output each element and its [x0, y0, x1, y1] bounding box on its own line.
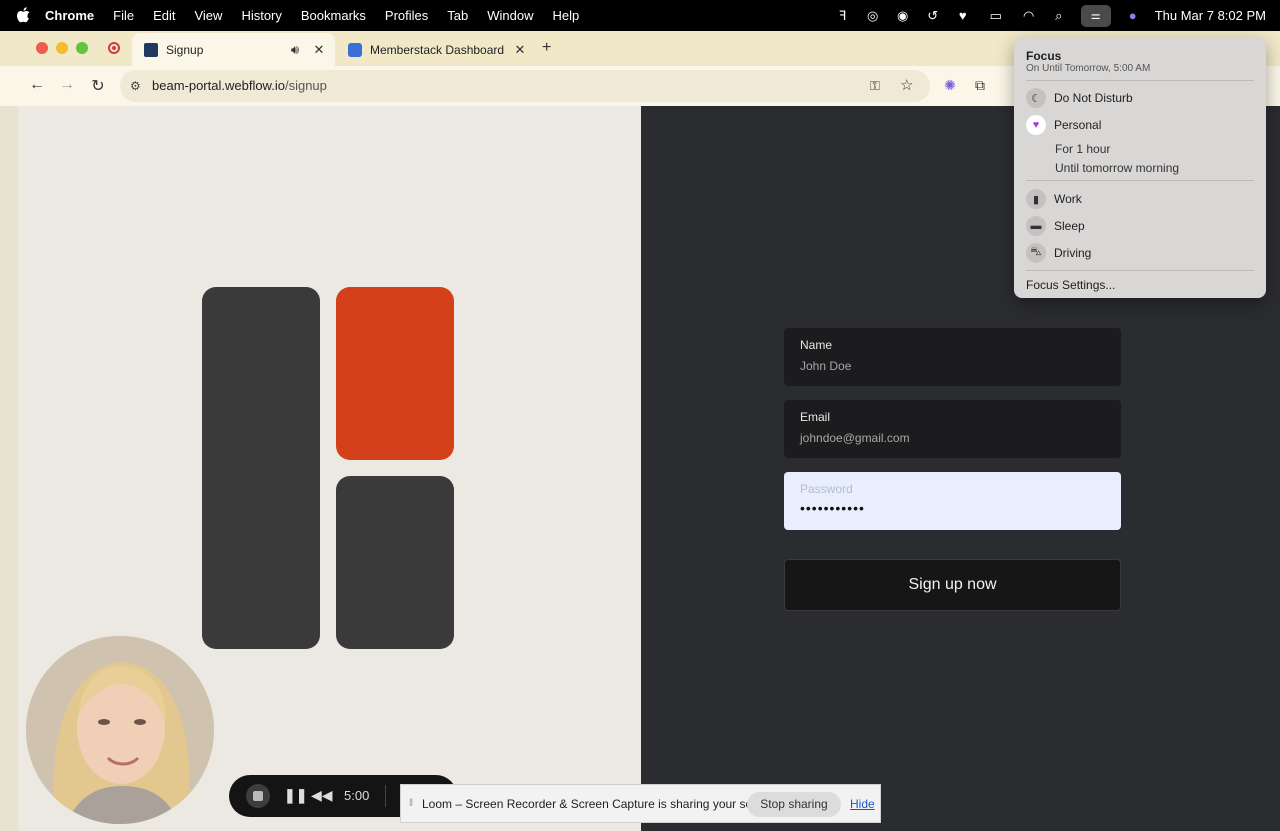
- email-field[interactable]: Email johndoe@gmail.com: [784, 400, 1121, 458]
- zoom-window-button[interactable]: [76, 42, 88, 54]
- name-field[interactable]: Name John Doe: [784, 328, 1121, 386]
- menu-window[interactable]: Window: [487, 8, 533, 23]
- focus-settings-link[interactable]: Focus Settings...: [1026, 278, 1115, 292]
- menu-bar: Chrome File Edit View History Bookmarks …: [0, 0, 1280, 31]
- focus-item-label: Work: [1054, 192, 1082, 206]
- stop-sharing-button[interactable]: Stop sharing: [747, 792, 841, 817]
- speaker-icon[interactable]: 🔊︎: [287, 42, 303, 58]
- drag-handle-icon[interactable]: ‖: [409, 798, 413, 809]
- bookmark-star-icon[interactable]: ☆: [900, 76, 913, 94]
- focus-option-one-hour[interactable]: For 1 hour: [1055, 142, 1110, 156]
- pause-icon[interactable]: ❚❚: [284, 787, 307, 804]
- sign-up-button[interactable]: Sign up now: [784, 559, 1121, 611]
- extensions-puzzle-icon[interactable]: ⧉: [971, 76, 989, 94]
- focus-item-label: Personal: [1054, 118, 1102, 132]
- tab-title: Memberstack Dashboard: [370, 42, 505, 57]
- email-input[interactable]: johndoe@gmail.com: [800, 431, 910, 445]
- siri-icon[interactable]: ●: [1125, 8, 1141, 24]
- badge-icon: ▮: [1026, 189, 1046, 209]
- focus-menu: Focus On Until Tomorrow, 5:00 AM ☾ Do No…: [1014, 37, 1266, 298]
- recording-timer: 5:00: [344, 788, 370, 803]
- focus-title: Focus: [1026, 49, 1062, 63]
- password-label: Password: [800, 482, 853, 496]
- search-icon[interactable]: ⌕: [1051, 8, 1067, 24]
- focus-item-work[interactable]: ▮ Work: [1026, 188, 1082, 210]
- address-bar[interactable]: ⚙ beam-portal.webflow.io/signup ⚿ ☆: [120, 70, 930, 102]
- divider: [385, 785, 386, 807]
- divider: [1026, 270, 1254, 271]
- tab-title: Signup: [166, 42, 204, 57]
- email-label: Email: [800, 410, 831, 424]
- rewind-icon[interactable]: ◀◀: [311, 787, 333, 804]
- name-input[interactable]: John Doe: [800, 359, 851, 373]
- menu-help[interactable]: Help: [553, 8, 580, 23]
- back-button[interactable]: ←: [27, 76, 47, 94]
- focus-item-do-not-disturb[interactable]: ☾ Do Not Disturb: [1026, 87, 1133, 109]
- hide-link[interactable]: Hide: [850, 797, 875, 811]
- focus-subtitle: On Until Tomorrow, 5:00 AM: [1026, 63, 1151, 74]
- menu-edit[interactable]: Edit: [153, 8, 175, 23]
- focus-option-until-morning[interactable]: Until tomorrow morning: [1055, 161, 1179, 175]
- decorative-accent-block: [336, 287, 454, 460]
- focus-item-label: Sleep: [1054, 219, 1085, 233]
- time-machine-icon[interactable]: ↺: [925, 8, 941, 24]
- focus-item-label: Driving: [1054, 246, 1092, 260]
- tab-signup[interactable]: Signup 🔊︎ ✕: [132, 33, 335, 66]
- decorative-small-block: [336, 476, 454, 649]
- webcam-bubble[interactable]: [26, 636, 214, 824]
- battery-icon[interactable]: ▭: [985, 8, 1007, 24]
- extension-colorful-icon[interactable]: ✺: [941, 76, 959, 94]
- close-window-button[interactable]: [36, 42, 48, 54]
- menu-tab[interactable]: Tab: [447, 8, 468, 23]
- heart-icon[interactable]: ♥: [955, 8, 971, 24]
- webflow-favicon-icon: [144, 42, 158, 57]
- control-center-icon[interactable]: ⚌: [1080, 4, 1111, 27]
- focus-item-label: Do Not Disturb: [1054, 91, 1133, 105]
- screen-sharing-bar: ‖ Loom – Screen Recorder & Screen Captur…: [400, 784, 881, 823]
- new-tab-button[interactable]: +: [542, 39, 551, 57]
- forward-button[interactable]: →: [57, 76, 77, 94]
- moon-icon: ☾: [1026, 88, 1046, 108]
- menubar-datetime[interactable]: Thu Mar 7 8:02 PM: [1155, 8, 1266, 23]
- bed-icon: ▬: [1026, 216, 1046, 236]
- menu-file[interactable]: File: [113, 8, 134, 23]
- presenter-face-image: [26, 636, 214, 824]
- name-label: Name: [800, 338, 833, 352]
- target-icon[interactable]: ◎: [865, 8, 881, 24]
- decorative-tall-block: [202, 287, 320, 649]
- focus-item-sleep[interactable]: ▬ Sleep: [1026, 215, 1085, 237]
- menu-view[interactable]: View: [194, 8, 222, 23]
- stop-recording-button[interactable]: [246, 784, 270, 808]
- divider: [1026, 180, 1254, 181]
- password-input[interactable]: •••••••••••: [800, 500, 865, 516]
- recording-indicator-icon[interactable]: [108, 42, 120, 54]
- sharing-message: Loom – Screen Recorder & Screen Capture …: [422, 797, 779, 811]
- close-tab-icon[interactable]: ✕: [512, 42, 528, 58]
- wifi-icon[interactable]: ◠: [1021, 8, 1037, 24]
- password-field[interactable]: Password •••••••••••: [784, 472, 1121, 530]
- menu-profiles[interactable]: Profiles: [385, 8, 428, 23]
- site-info-icon[interactable]: ⚙: [130, 79, 144, 93]
- menu-app-name[interactable]: Chrome: [45, 8, 94, 23]
- tab-memberstack[interactable]: Memberstack Dashboard ✕: [336, 33, 536, 66]
- url-text[interactable]: beam-portal.webflow.io/signup: [152, 78, 327, 93]
- menu-bookmarks[interactable]: Bookmarks: [301, 8, 366, 23]
- focus-item-driving[interactable]: ⛍ Driving: [1026, 242, 1091, 264]
- memberstack-favicon-icon: [348, 42, 362, 57]
- password-key-icon[interactable]: ⚿: [870, 78, 880, 94]
- sidebar-gutter: [0, 106, 18, 831]
- car-icon: ⛍: [1026, 243, 1046, 263]
- apple-icon[interactable]: [16, 7, 30, 23]
- focus-item-personal[interactable]: ♥ Personal: [1026, 114, 1101, 136]
- minimize-window-button[interactable]: [56, 42, 68, 54]
- reload-button[interactable]: ↻: [88, 76, 108, 96]
- heart-icon: ♥: [1026, 115, 1046, 135]
- menu-history[interactable]: History: [241, 8, 281, 23]
- record-icon[interactable]: ◉: [895, 8, 911, 24]
- divider: [1026, 80, 1254, 81]
- close-tab-icon[interactable]: ✕: [311, 42, 327, 58]
- figma-icon[interactable]: ꟻ: [835, 8, 851, 24]
